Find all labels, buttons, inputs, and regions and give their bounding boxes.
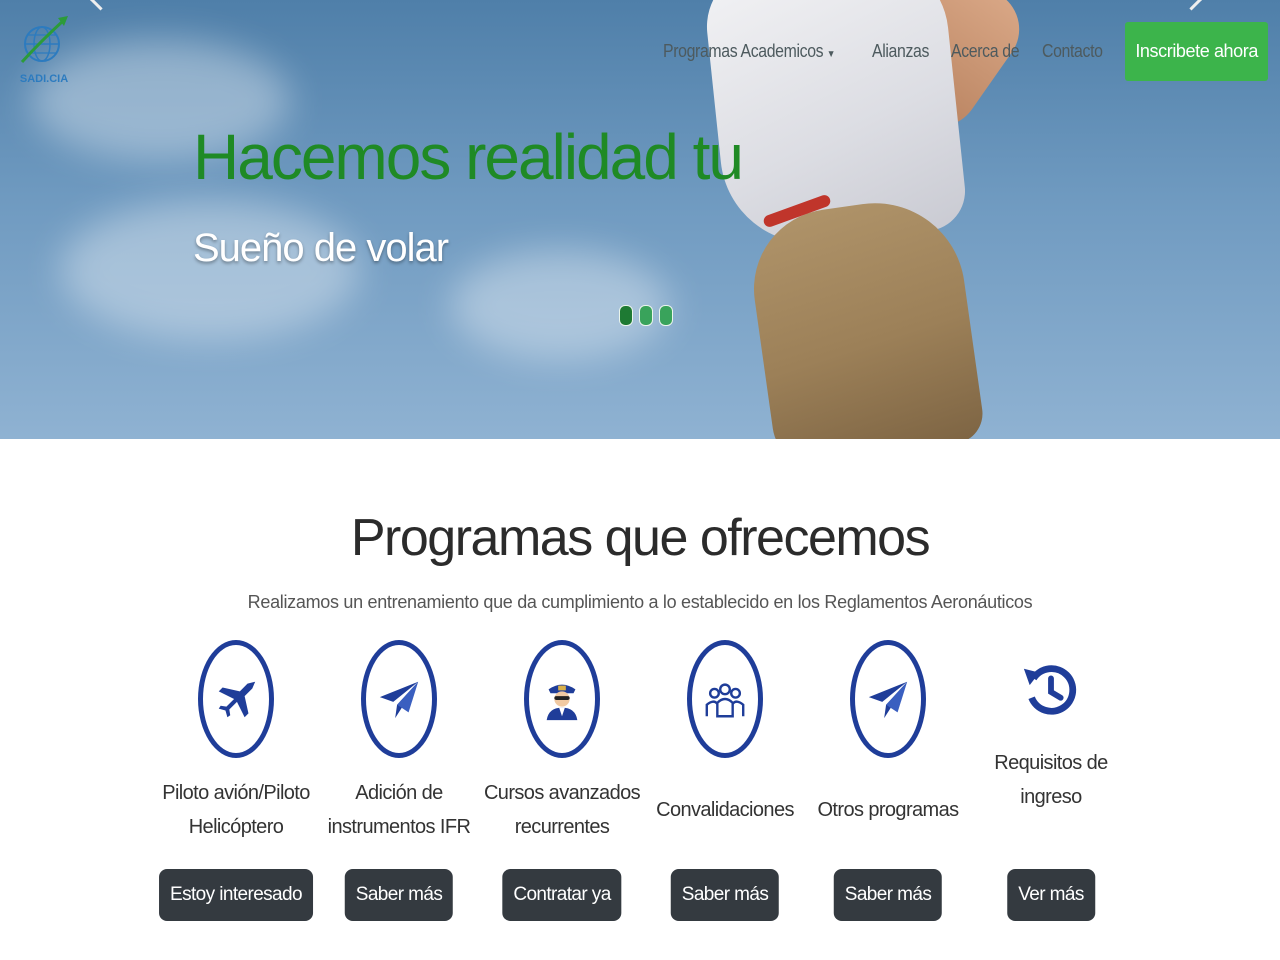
program-card: Cursos avanzados recurrentes Contratar y…: [477, 640, 647, 921]
program-card: Otros programas Saber más: [803, 640, 973, 921]
programs-title: Programas que ofrecemos: [350, 509, 931, 567]
hero-title: Hacemos realidad tu: [193, 121, 744, 193]
nav-label: Programas Academicos: [662, 41, 824, 61]
learn-more-button[interactable]: Saber más: [833, 869, 943, 921]
nav-programas-academicos[interactable]: Programas Academicos ▼: [663, 41, 835, 62]
learn-more-button[interactable]: Saber más: [670, 869, 780, 921]
program-card: Adición de instrumentos IFR Saber más: [314, 640, 484, 921]
hero-person-pants: [743, 191, 987, 439]
learn-more-button[interactable]: Saber más: [344, 869, 454, 921]
carousel-dot-2[interactable]: [639, 305, 653, 326]
program-card: Convalidaciones Saber más: [640, 640, 810, 921]
hero-subtitle: Sueño de volar: [193, 226, 449, 270]
nav-acerca-de[interactable]: Acerca de: [951, 41, 1020, 62]
globe-icon: [20, 16, 68, 64]
pilot-icon: [524, 640, 600, 758]
programs-subtitle: Realizamos un entrenamiento que da cumpl…: [247, 592, 1033, 612]
group-icon: [687, 640, 763, 758]
carousel-next-arrow[interactable]: [1179, 0, 1204, 11]
main-nav: Programas Academicos ▼ Alianzas Acerca de…: [663, 22, 1268, 81]
program-label: Requisitos de ingreso: [994, 752, 1108, 808]
program-label: Convalidaciones: [656, 799, 794, 821]
see-more-button[interactable]: Ver más: [1007, 869, 1095, 921]
airplane-icon: [198, 640, 274, 758]
program-label: Cursos avanzados recurrentes: [483, 782, 641, 838]
carousel-dot-1[interactable]: [619, 305, 633, 326]
program-label: Otros programas: [817, 799, 959, 821]
brand-logo[interactable]: SADI.CIA: [12, 12, 76, 92]
carousel-dot-3[interactable]: [659, 305, 673, 326]
paper-plane-icon: [361, 640, 437, 758]
interested-button[interactable]: Estoy interesado: [159, 869, 313, 921]
signup-button[interactable]: Inscribete ahora: [1125, 22, 1268, 81]
carousel-indicators: [619, 305, 673, 326]
hero-carousel: SADI.CIA Programas Academicos ▼ Alianzas …: [0, 0, 1280, 439]
program-label: Adición de instrumentos IFR: [327, 782, 471, 838]
carousel-prev-arrow[interactable]: [88, 0, 113, 11]
nav-alianzas[interactable]: Alianzas: [872, 41, 929, 62]
program-card: Piloto avión/Piloto Helicóptero Estoy in…: [151, 640, 321, 921]
nav-contacto[interactable]: Contacto: [1042, 41, 1103, 62]
hire-button[interactable]: Contratar ya: [502, 869, 622, 921]
brand-name: SADI.CIA: [19, 73, 69, 85]
history-icon: [1018, 640, 1084, 740]
program-label: Piloto avión/Piloto Helicóptero: [162, 782, 310, 838]
program-card: Requisitos de ingreso Ver más: [966, 640, 1136, 921]
paper-plane-icon: [850, 640, 926, 758]
caret-down-icon: ▼: [826, 49, 835, 60]
